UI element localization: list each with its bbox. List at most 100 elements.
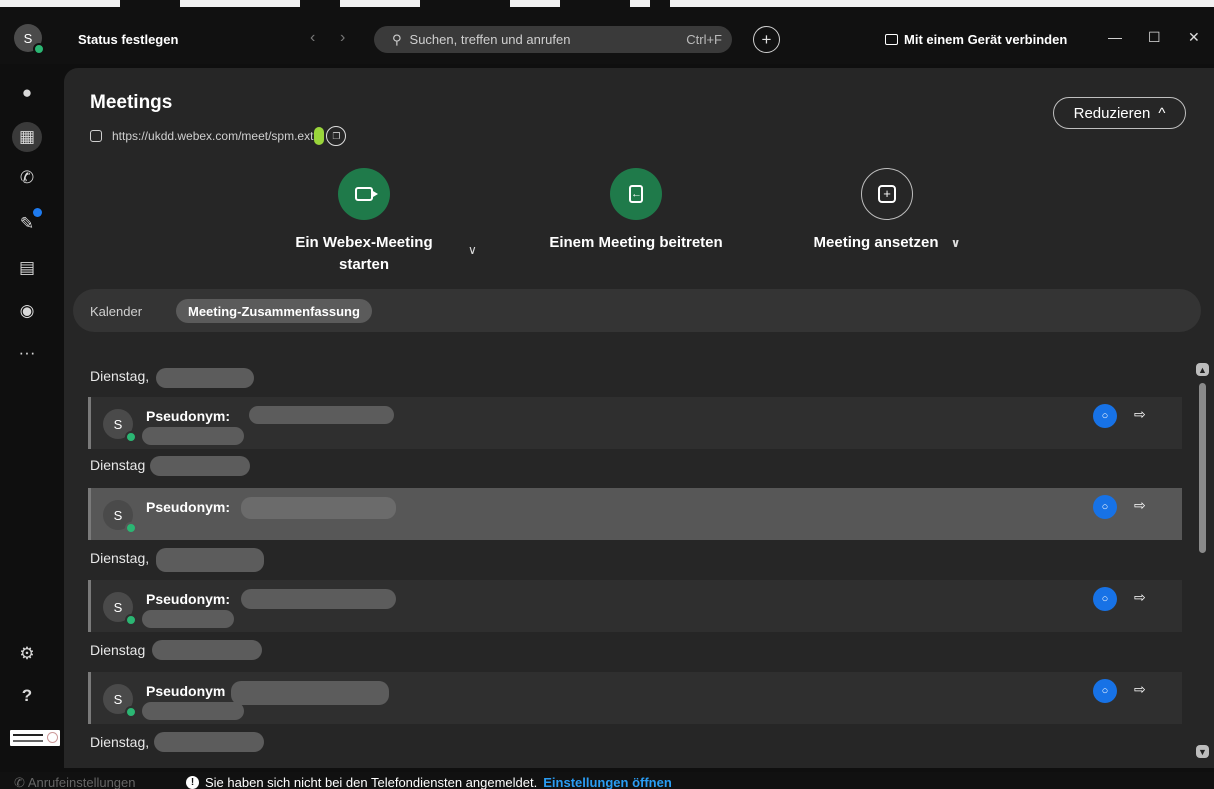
- redaction: [249, 406, 394, 424]
- meeting-name: Pseudonym:: [146, 591, 231, 607]
- day-label: Dienstag: [90, 642, 146, 658]
- back-arrow-icon[interactable]: ‹: [310, 29, 315, 47]
- chat-bubble-icon[interactable]: ○: [1093, 679, 1117, 703]
- redaction: [241, 497, 396, 519]
- new-plus-button[interactable]: +: [753, 26, 780, 53]
- avatar: S: [103, 500, 137, 534]
- redaction: [150, 456, 250, 476]
- meeting-name: Pseudonym:: [146, 499, 231, 515]
- lock-icon: [90, 130, 102, 142]
- redaction: [142, 427, 244, 445]
- avatar: S: [103, 409, 137, 443]
- close-button[interactable]: ✕: [1188, 29, 1200, 46]
- start-label-line1: Ein Webex-Meeting: [295, 234, 433, 251]
- day-label: Dienstag,: [90, 550, 150, 566]
- avatar: S: [103, 592, 137, 626]
- join-meeting-button[interactable]: ← Einem Meeting beitreten: [536, 168, 736, 254]
- list-item[interactable]: S Pseudonym: ○ ⇨: [88, 488, 1182, 540]
- search-placeholder: Suchen, treffen und anrufen: [409, 32, 571, 47]
- day-label: Dienstag: [90, 457, 146, 473]
- url-text: https://ukdd.webex.com/meet/spm.ext: [112, 129, 314, 143]
- help-icon[interactable]: ?: [14, 683, 40, 709]
- meeting-list: Dienstag, S Pseudonym: ○ ⇨ Dienstag S Ps…: [64, 358, 1214, 768]
- list-item[interactable]: S Pseudonym: ○ ⇨: [88, 580, 1182, 632]
- meeting-url: https://ukdd.webex.com/meet/spm.ext ❐: [90, 126, 347, 146]
- collapse-button[interactable]: Reduzieren ^: [1053, 97, 1186, 129]
- redaction: [142, 610, 234, 628]
- background-banner: [0, 0, 1214, 7]
- meeting-name: Pseudonym: [146, 683, 226, 699]
- copy-icon[interactable]: ❐: [326, 126, 347, 146]
- arrow-right-icon[interactable]: ⇨: [1134, 681, 1146, 698]
- join-icon: ←: [610, 168, 662, 220]
- chevron-down-icon: ∨: [950, 236, 961, 250]
- teams-icon[interactable]: ◉: [14, 298, 40, 324]
- chat-bubble-icon[interactable]: ○: [1093, 404, 1117, 428]
- status-footer: ✆ Anrufeinstellungen ! Sie haben sich ni…: [0, 772, 1214, 789]
- start-meeting-button[interactable]: Ein Webex-Meeting starten: [264, 168, 464, 276]
- arrow-right-icon[interactable]: ⇨: [1134, 497, 1146, 514]
- redaction: [241, 589, 396, 609]
- view-tabs: Kalender Meeting-Zusammenfassung: [73, 289, 1201, 332]
- redaction: [231, 681, 389, 705]
- maximize-button[interactable]: ☐: [1148, 29, 1161, 46]
- tab-calendar[interactable]: Kalender: [90, 299, 142, 323]
- organization-logo: [10, 730, 60, 746]
- chat-bubble-icon[interactable]: ○: [1093, 495, 1117, 519]
- device-icon: [885, 34, 898, 45]
- phone-service-notice: ! Sie haben sich nicht bei den Telefondi…: [186, 775, 672, 789]
- chevron-down-icon[interactable]: ∨: [468, 243, 477, 257]
- list-item[interactable]: S Pseudonym: ○ ⇨: [88, 397, 1182, 449]
- user-avatar[interactable]: S: [14, 24, 45, 55]
- page-title: Meetings: [90, 92, 173, 113]
- arrow-right-icon[interactable]: ⇨: [1134, 406, 1146, 423]
- arrow-right-icon[interactable]: ⇨: [1134, 589, 1146, 606]
- redaction: [152, 640, 262, 660]
- search-shortcut: Ctrl+F: [686, 32, 722, 47]
- settings-icon[interactable]: ⚙: [14, 641, 40, 667]
- calendar-icon[interactable]: ▦: [12, 122, 42, 152]
- open-settings-link[interactable]: Einstellungen öffnen: [543, 775, 672, 789]
- schedule-label: Meeting ansetzen: [813, 234, 939, 251]
- scrollbar-thumb[interactable]: [1199, 383, 1206, 553]
- list-item[interactable]: S Pseudonym ○ ⇨: [88, 672, 1182, 724]
- tab-meeting-summary[interactable]: Meeting-Zusammenfassung: [176, 299, 372, 323]
- scroll-up-icon[interactable]: ▲: [1196, 363, 1209, 376]
- minimize-button[interactable]: —: [1108, 29, 1122, 45]
- info-icon: !: [186, 776, 199, 789]
- notice-text: Sie haben sich nicht bei den Telefondien…: [205, 775, 538, 789]
- connect-device-button[interactable]: Mit einem Gerät verbinden: [885, 32, 1067, 47]
- video-icon: [338, 168, 390, 220]
- more-icon[interactable]: ···: [14, 340, 40, 366]
- redaction: [154, 732, 264, 752]
- search-input[interactable]: ⚲ Suchen, treffen und anrufen Ctrl+F: [374, 26, 732, 53]
- scrollbar[interactable]: ▲ ▼: [1195, 363, 1209, 758]
- search-icon: ⚲: [392, 31, 402, 47]
- schedule-meeting-button[interactable]: + Meeting ansetzen ∨: [787, 168, 987, 254]
- chat-icon[interactable]: ●: [14, 80, 40, 106]
- call-settings-link[interactable]: ✆ Anrufeinstellungen: [14, 775, 136, 789]
- day-label: Dienstag,: [90, 368, 150, 384]
- redaction: [156, 548, 264, 572]
- set-status-link[interactable]: Status festlegen: [78, 32, 178, 47]
- notification-badge: [33, 208, 42, 217]
- chevron-up-icon: ^: [1158, 104, 1166, 122]
- meetings-panel: Meetings https://ukdd.webex.com/meet/spm…: [64, 68, 1214, 768]
- phone-settings-icon: ✆: [14, 775, 25, 789]
- contacts-icon[interactable]: ▤: [14, 255, 40, 281]
- redaction: [142, 702, 244, 720]
- chat-bubble-icon[interactable]: ○: [1093, 587, 1117, 611]
- connect-label: Mit einem Gerät verbinden: [904, 32, 1068, 47]
- forward-arrow-icon[interactable]: ›: [340, 29, 345, 47]
- phone-icon[interactable]: ✆: [14, 165, 40, 191]
- avatar: S: [103, 684, 137, 718]
- redaction: [156, 368, 254, 388]
- calendar-plus-icon: +: [861, 168, 913, 220]
- avatar-initial: S: [23, 30, 33, 46]
- join-label: Einem Meeting beitreten: [549, 234, 723, 251]
- start-label-line2: starten: [338, 256, 390, 273]
- meeting-name: Pseudonym:: [146, 408, 231, 424]
- scroll-down-icon[interactable]: ▼: [1196, 745, 1209, 758]
- presence-indicator: [33, 43, 45, 55]
- cursor-marker: [314, 127, 325, 145]
